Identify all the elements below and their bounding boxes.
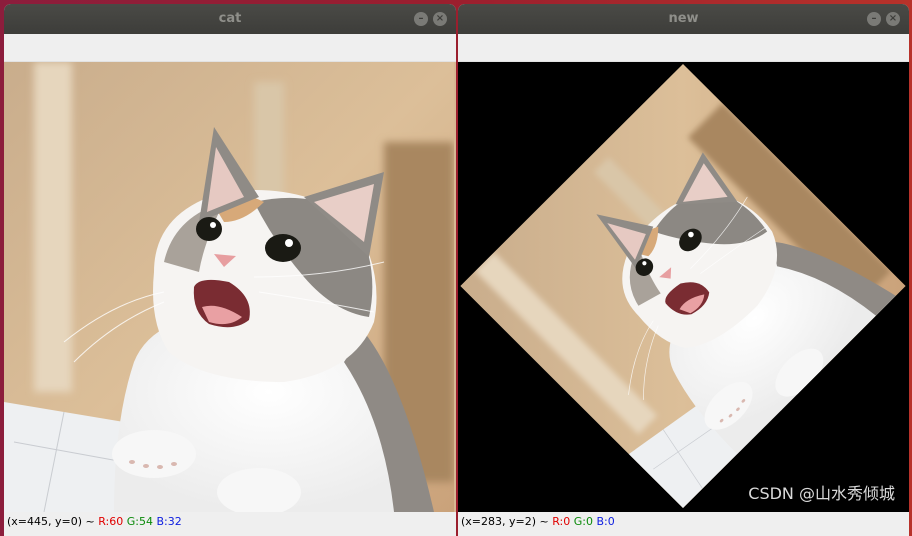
status-bar: (x=445, y=0) ~ R:60 G:54 B:32: [4, 512, 456, 536]
minimize-icon[interactable]: –: [867, 12, 881, 26]
image-canvas[interactable]: CSDN @山水秀倾城: [458, 62, 909, 512]
image-canvas[interactable]: [4, 62, 456, 512]
rotated-cat-image: [458, 62, 909, 512]
green-value: G:0: [573, 515, 593, 528]
window-title: cat: [218, 11, 242, 26]
titlebar[interactable]: cat – ×: [4, 4, 456, 34]
window-new[interactable]: new – × CSDN @山水秀倾城 (x=283, y=2) ~ R:0 G…: [458, 4, 909, 536]
red-value: R:0: [552, 515, 571, 528]
blue-value: B:32: [156, 515, 182, 528]
cursor-coords: (x=283, y=2) ~: [461, 515, 553, 528]
toolbar: [458, 34, 909, 62]
watermark: CSDN @山水秀倾城: [748, 484, 895, 503]
minimize-icon[interactable]: –: [414, 12, 428, 26]
window-title: new: [668, 11, 699, 26]
close-icon[interactable]: ×: [433, 12, 447, 26]
window-cat[interactable]: cat – × (x=445, y=0) ~ R:60 G:54 B:32: [4, 4, 456, 536]
green-value: G:54: [126, 515, 153, 528]
titlebar[interactable]: new – ×: [458, 4, 909, 34]
cursor-coords: (x=445, y=0) ~: [7, 515, 99, 528]
close-icon[interactable]: ×: [886, 12, 900, 26]
toolbar: [4, 34, 456, 62]
status-bar: (x=283, y=2) ~ R:0 G:0 B:0: [458, 512, 909, 536]
cat-image: [4, 62, 454, 512]
red-value: R:60: [98, 515, 124, 528]
blue-value: B:0: [596, 515, 615, 528]
